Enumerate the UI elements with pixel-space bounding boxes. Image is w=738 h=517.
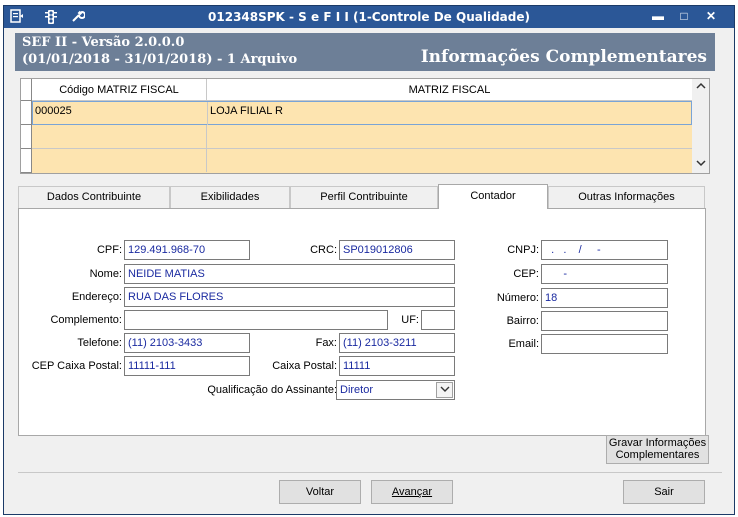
email-label: Email: [508,338,539,350]
uf-label: UF: [401,314,419,326]
caixa-postal-input[interactable]: 11111 [339,356,455,376]
maximize-button[interactable]: □ [675,9,693,24]
column-header-matriz[interactable]: MATRIZ FISCAL [207,79,692,101]
contador-panel: CPF: 129.491.968-70 CRC: SP019012806 CNP… [18,208,706,436]
table-row[interactable]: 000025 LOJA FILIAL R [32,101,692,125]
row-indicator[interactable] [21,125,32,149]
cep-input[interactable]: - [541,264,668,284]
matriz-fiscal-grid[interactable]: Código MATRIZ FISCAL MATRIZ FISCAL 00002… [20,78,710,174]
cep-caixa-postal-input[interactable]: 11111-111 [124,356,250,376]
avancar-label: Avançar [391,486,433,498]
divider [18,472,722,473]
bairro-label: Bairro: [506,315,539,327]
row-header-corner [21,79,32,101]
close-button[interactable]: ✕ [702,9,720,24]
gravar-informacoes-button[interactable]: Gravar Informações Complementares [606,435,709,464]
cep-label: CEP: [513,268,539,280]
nome-label: Nome: [89,268,122,280]
scroll-down-icon[interactable] [692,159,709,170]
crc-input[interactable]: SP019012806 [339,240,455,260]
bairro-input[interactable] [541,311,668,331]
caixa-postal-label: Caixa Postal: [272,360,337,372]
complemento-input[interactable] [124,310,388,330]
column-header-codigo[interactable]: Código MATRIZ FISCAL [32,79,207,101]
window-title: 012348SPK - S e F I I (1-Controle De Qua… [208,10,530,24]
cell-empty [32,149,207,172]
qualificacao-select[interactable]: Diretor [336,380,455,400]
tab-dados-contribuinte[interactable]: Dados Contribuinte [18,186,170,208]
cnpj-input[interactable]: . . / - [541,240,668,260]
cep-caixa-postal-label: CEP Caixa Postal: [31,360,122,372]
tab-bar: Dados Contribuinte Exibilidades Perfil C… [18,184,706,209]
tab-outras-informacoes[interactable]: Outras Informações [548,186,705,208]
cpf-label: CPF: [96,244,122,256]
telefone-input[interactable]: (11) 2103-3433 [124,333,250,353]
endereco-label: Endereço: [71,291,122,303]
tab-contador[interactable]: Contador [438,184,548,209]
email-input[interactable] [541,334,668,354]
tab-exibilidades[interactable]: Exibilidades [170,186,290,208]
uf-input[interactable] [421,310,455,330]
crc-label: CRC: [310,244,337,256]
row-indicator[interactable] [21,149,32,173]
row-indicator[interactable] [21,101,32,125]
nome-input[interactable]: NEIDE MATIAS [124,264,455,284]
scroll-up-icon[interactable] [692,82,709,93]
complemento-label: Complemento: [50,314,122,326]
chevron-down-icon[interactable] [436,382,453,398]
fax-input[interactable]: (11) 2103-3211 [339,333,455,353]
qualificacao-label: Qualificação do Assinante: [207,384,337,396]
endereco-input[interactable]: RUA DAS FLORES [124,287,455,307]
period-label: (01/01/2018 - 31/01/2018) - 1 Arquivo [22,52,298,67]
page-header: SEF II - Versão 2.0.0.0 (01/01/2018 - 31… [15,33,715,71]
table-row-empty[interactable] [32,125,692,149]
main-window: 012348SPK - S e F I I (1-Controle De Qua… [3,5,735,515]
numero-label: Número: [496,292,539,304]
gravar-label-line2: Complementares [615,449,700,461]
version-label: SEF II - Versão 2.0.0.0 [22,35,185,50]
numero-input[interactable]: 18 [541,288,668,308]
cpf-input[interactable]: 129.491.968-70 [124,240,250,260]
section-title: Informações Complementares [420,47,707,67]
qualificacao-value: Diretor [340,384,374,396]
vertical-scrollbar[interactable] [692,79,709,173]
minimize-button[interactable]: ▬ [649,9,667,24]
voltar-button[interactable]: Voltar [279,480,361,504]
cnpj-label: CNPJ: [507,244,539,256]
telefone-label: Telefone: [77,337,122,349]
table-row-empty[interactable] [32,149,692,173]
cell-matriz: LOJA FILIAL R [210,105,283,117]
sair-button[interactable]: Sair [623,480,705,504]
gravar-label-line1: Gravar Informações [608,437,707,449]
fax-label: Fax: [315,337,337,349]
title-bar[interactable]: 012348SPK - S e F I I (1-Controle De Qua… [4,6,734,28]
cell-codigo: 000025 [33,102,208,125]
avancar-button[interactable]: Avançar [371,480,453,504]
tab-perfil-contribuinte[interactable]: Perfil Contribuinte [290,186,438,208]
cell-empty [32,125,207,148]
